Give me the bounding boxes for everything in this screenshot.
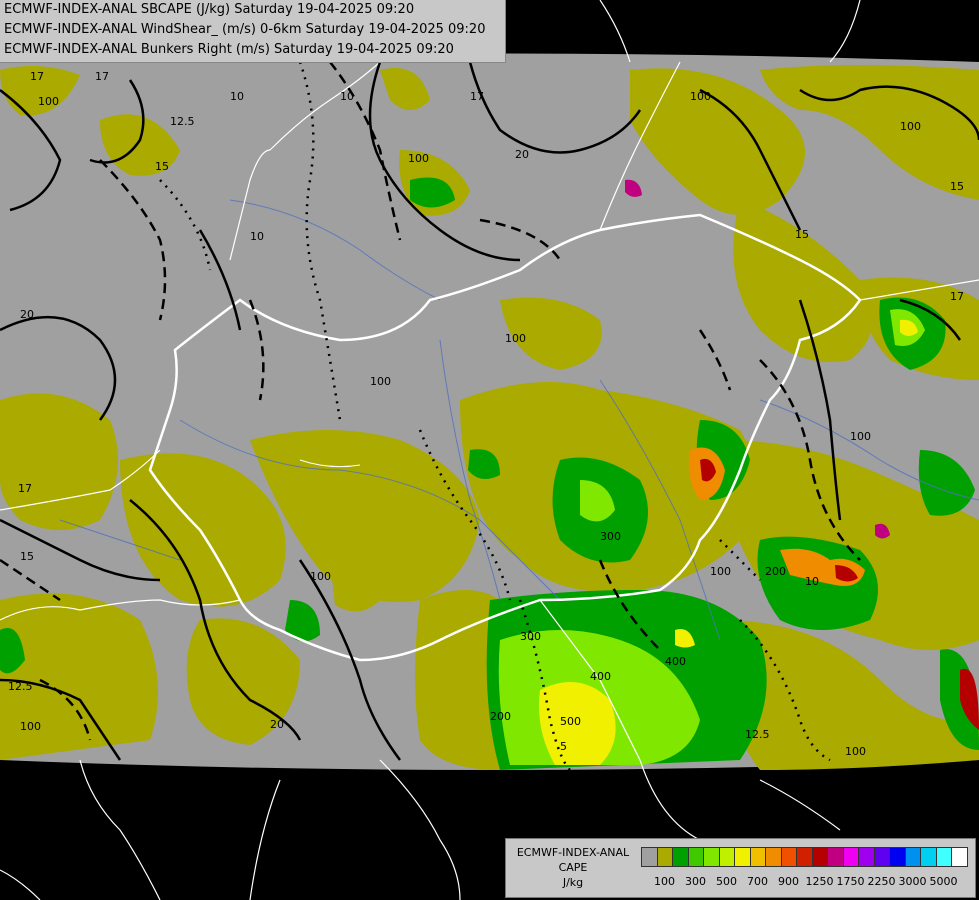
- cape-label: 100: [505, 332, 526, 345]
- legend-swatch: [811, 847, 829, 867]
- legend-tick: 300: [685, 875, 706, 888]
- shear-label: 15: [155, 160, 169, 173]
- shear-label: 15: [20, 550, 34, 563]
- legend-tick: 2250: [867, 875, 896, 888]
- cape-label: 400: [590, 670, 611, 683]
- legend-tick: 100: [654, 875, 675, 888]
- shear-label: 15: [795, 228, 809, 241]
- legend-swatch: [672, 847, 689, 867]
- map-header: ECMWF-INDEX-ANAL SBCAPE (J/kg) Saturday …: [0, 0, 506, 63]
- legend-swatch: [842, 847, 860, 867]
- cape-label: 100: [710, 565, 731, 578]
- shear-label: 20: [515, 148, 529, 161]
- cape-label: 100: [900, 120, 921, 133]
- legend-swatch: [687, 847, 705, 867]
- legend-tick: 700: [747, 875, 768, 888]
- cape-label: 500: [560, 715, 581, 728]
- legend-swatch: [873, 847, 891, 867]
- legend-swatch: [749, 847, 767, 867]
- shear-label: 10: [340, 90, 354, 103]
- legend-swatch: [920, 847, 937, 867]
- legend-swatch: [904, 847, 922, 867]
- legend-swatch: [734, 847, 751, 867]
- shear-label: 12.5: [170, 115, 195, 128]
- shear-label: 20: [270, 718, 284, 731]
- shear-label: 17: [18, 482, 32, 495]
- legend-title-unit: J/kg: [562, 876, 584, 889]
- cape-label: 200: [765, 565, 786, 578]
- legend-swatch: [641, 847, 658, 867]
- cape-legend: ECMWF-INDEX-ANAL CAPE J/kg 100 300 500 700 9…: [505, 838, 976, 898]
- legend-swatch: [951, 847, 968, 867]
- legend-swatch: [780, 847, 798, 867]
- cape-label: 100: [310, 570, 331, 583]
- cape-label: 100: [370, 375, 391, 388]
- legend-title: ECMWF-INDEX-ANAL CAPE J/kg: [508, 845, 638, 890]
- cape-label: 200: [490, 710, 511, 723]
- legend-swatch: [935, 847, 953, 867]
- shear-label: 17: [95, 70, 109, 83]
- cape-label: 300: [600, 530, 621, 543]
- cape-label: 400: [665, 655, 686, 668]
- cape-label: 100: [690, 90, 711, 103]
- shear-label: 12.5: [745, 728, 770, 741]
- legend-tick: 500: [716, 875, 737, 888]
- legend-swatch: [858, 847, 875, 867]
- legend-tick: 1750: [836, 875, 865, 888]
- weather-map: 17 17 12.5 10 10 15 20 20 15 17 17 15 12…: [0, 0, 979, 900]
- cape-label: 100: [38, 95, 59, 108]
- header-bunkers: ECMWF-INDEX-ANAL Bunkers Right (m/s) Sat…: [4, 42, 454, 57]
- cape-label: 300: [520, 630, 541, 643]
- legend-swatch: [889, 847, 906, 867]
- legend-title-model: ECMWF-INDEX-ANAL: [516, 846, 630, 859]
- legend-swatch: [718, 847, 736, 867]
- shear-label: 20: [20, 308, 34, 321]
- legend-swatch: [827, 847, 844, 867]
- legend-swatch: [765, 847, 782, 867]
- legend-title-cape: CAPE: [558, 861, 588, 874]
- legend-tick: 5000: [929, 875, 958, 888]
- legend-tick: 1250: [805, 875, 834, 888]
- header-sbcape: ECMWF-INDEX-ANAL SBCAPE (J/kg) Saturday …: [4, 2, 415, 17]
- bunkers-label: 10: [250, 230, 264, 243]
- cape-label: 100: [845, 745, 866, 758]
- legend-tick: 900: [778, 875, 799, 888]
- header-windshear: ECMWF-INDEX-ANAL WindShear_ (m/s) 0-6km …: [4, 22, 486, 37]
- legend-swatch: [656, 847, 674, 867]
- legend-swatch: [703, 847, 720, 867]
- legend-swatch: [796, 847, 813, 867]
- shear-label: 10: [230, 90, 244, 103]
- cape-label: 100: [20, 720, 41, 733]
- cape-label: 100: [850, 430, 871, 443]
- bunkers-label: 10: [805, 575, 819, 588]
- shear-label: 17: [950, 290, 964, 303]
- shear-label: 17: [30, 70, 44, 83]
- cape-label: 100: [408, 152, 429, 165]
- shear-label: 12.5: [8, 680, 33, 693]
- legend-tick: 3000: [898, 875, 927, 888]
- bunkers-label: 15: [950, 180, 964, 193]
- bunkers-label: 5: [560, 740, 567, 753]
- shear-label: 17: [470, 90, 484, 103]
